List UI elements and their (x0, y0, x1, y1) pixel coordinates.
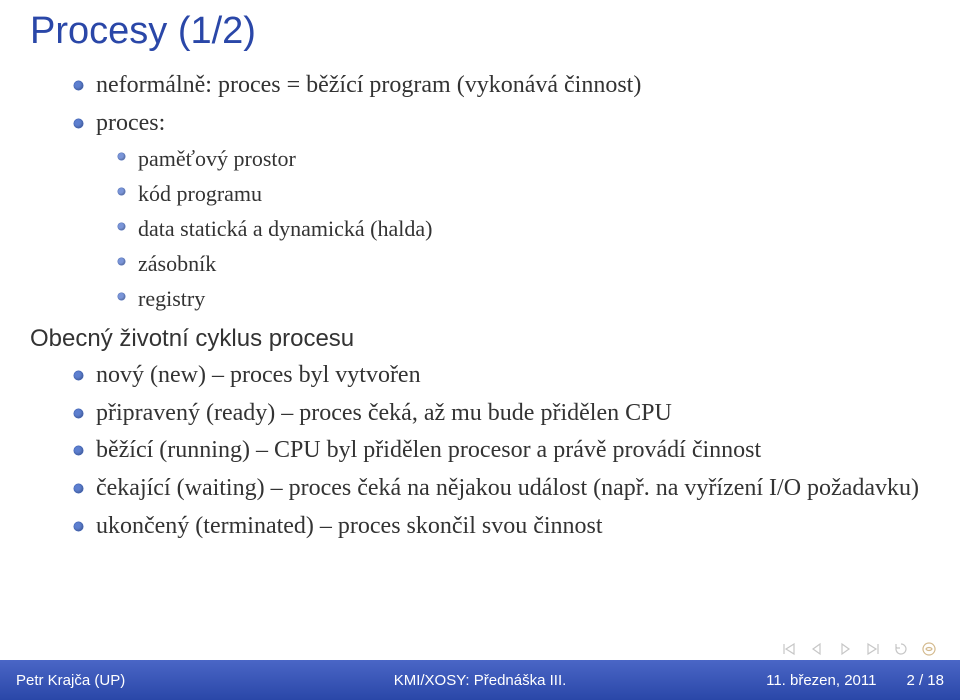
list-item: data statická a dynamická (halda) (118, 212, 930, 245)
bullet-list-2: paměťový prostor kód programu data stati… (118, 142, 930, 315)
nav-fullscreen-icon[interactable] (922, 642, 936, 656)
footer-author: Petr Krajča (UP) (16, 672, 325, 689)
sub-heading: Obecný životní cyklus procesu (30, 325, 930, 353)
list-item: ukončený (terminated) – proces skončil s… (74, 510, 930, 544)
list-item: zásobník (118, 247, 930, 280)
slide-title: Procesy (1/2) (30, 10, 930, 53)
list-item-label: proces: (96, 110, 165, 136)
bullet-list-1: neformálně: proces = běžící program (vyk… (74, 69, 930, 315)
list-item: kód programu (118, 177, 930, 210)
slide-footer: Petr Krajča (UP) KMI/XOSY: Přednáška III… (0, 660, 960, 700)
list-item: nový (new) – proces byl vytvořen (74, 359, 930, 393)
nav-back-icon[interactable] (894, 642, 908, 656)
bullet-list-3: nový (new) – proces byl vytvořen připrav… (74, 359, 930, 543)
footer-page: 11. březen, 2011 2 / 18 (635, 672, 944, 689)
nav-last-icon[interactable] (866, 642, 880, 656)
list-item: registry (118, 282, 930, 315)
list-item: čekající (waiting) – proces čeká na něja… (74, 472, 930, 506)
list-item: paměťový prostor (118, 142, 930, 175)
nav-first-icon[interactable] (782, 642, 796, 656)
list-item: běžící (running) – CPU byl přidělen proc… (74, 434, 930, 468)
list-item: připravený (ready) – proces čeká, až mu … (74, 397, 930, 431)
nav-next-icon[interactable] (838, 642, 852, 656)
nav-toolbar (782, 642, 936, 656)
footer-title: KMI/XOSY: Přednáška III. (325, 672, 634, 689)
list-item: proces: paměťový prostor kód programu da… (74, 107, 930, 316)
nav-prev-icon[interactable] (810, 642, 824, 656)
list-item: neformálně: proces = běžící program (vyk… (74, 69, 930, 103)
